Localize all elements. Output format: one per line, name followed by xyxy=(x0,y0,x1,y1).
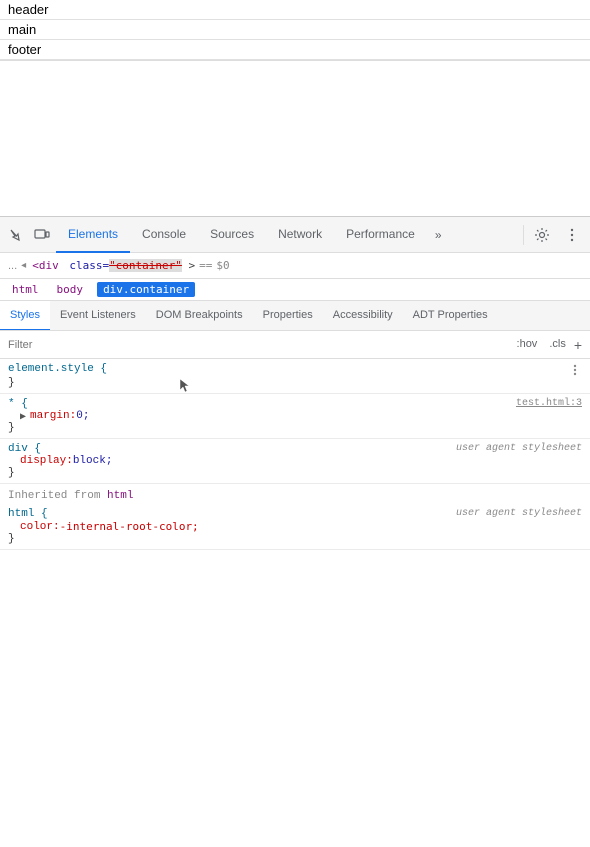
devtools-tabs: Elements Console Sources Network Perform… xyxy=(56,217,523,253)
tab-more-button[interactable]: » xyxy=(427,217,450,253)
page-header-label: header xyxy=(0,0,590,20)
devtools-subtabs: Styles Event Listeners DOM Breakpoints P… xyxy=(0,301,590,331)
breadcrumb-ellipsis: ... xyxy=(8,260,17,272)
rule-header-element-style: element.style { xyxy=(8,363,582,377)
breadcrumb-arrow: ◂ xyxy=(21,260,26,271)
rule-more-icon[interactable] xyxy=(568,363,582,377)
selector-div[interactable]: div { xyxy=(8,443,41,455)
prop-name-color[interactable]: color: xyxy=(20,521,60,533)
rule-close-div: } xyxy=(8,467,15,479)
subtab-properties[interactable]: Properties xyxy=(253,301,323,331)
page-main-label: main xyxy=(0,20,590,40)
rule-close-star: } xyxy=(8,422,15,434)
tab-elements[interactable]: Elements xyxy=(56,217,130,253)
breadcrumb-div-tag[interactable]: <div xyxy=(28,257,63,274)
bc-div-container[interactable]: div.container xyxy=(97,282,195,297)
breadcrumb-dollar: $0 xyxy=(216,259,229,272)
prop-value-color[interactable]: -internal-root-color; xyxy=(60,520,199,533)
inspect-icon[interactable] xyxy=(4,223,28,247)
page-footer-label: footer xyxy=(0,40,590,60)
selector-element-style[interactable]: element.style { xyxy=(8,363,107,375)
rule-close-element-style: } xyxy=(8,377,15,389)
empty-area xyxy=(0,61,590,216)
subtab-adt-properties[interactable]: ADT Properties xyxy=(403,301,498,331)
tab-console[interactable]: Console xyxy=(130,217,198,253)
filter-bar: :hov .cls + xyxy=(0,331,590,359)
filter-input[interactable] xyxy=(8,339,513,351)
bc-html[interactable]: html xyxy=(8,281,43,298)
settings-separator xyxy=(523,225,524,245)
property-color: color: -internal-root-color; xyxy=(8,520,582,533)
source-test-html[interactable]: test.html:3 xyxy=(516,398,582,409)
subtab-event-listeners[interactable]: Event Listeners xyxy=(50,301,146,331)
styles-panel: :hov .cls + element.style { xyxy=(0,331,590,550)
devtools-breadcrumb: ... ◂ <div class= "container" > == $0 xyxy=(0,253,590,279)
breadcrumb-class-value: "container" xyxy=(109,259,182,272)
selector-star[interactable]: * { xyxy=(8,398,28,410)
css-rule-div: div { user agent stylesheet display: blo… xyxy=(0,439,590,484)
rule-actions xyxy=(568,363,582,377)
property-display: display: block; xyxy=(8,455,582,467)
rule-close-html: } xyxy=(8,533,15,545)
css-rule-star: * { test.html:3 ▶ margin: 0; } xyxy=(0,394,590,439)
tab-network[interactable]: Network xyxy=(266,217,334,253)
prop-value-margin[interactable]: 0; xyxy=(76,410,89,422)
rule-header-div: div { user agent stylesheet xyxy=(8,443,582,455)
devtools-panel: Elements Console Sources Network Perform… xyxy=(0,216,590,550)
expand-margin-icon[interactable]: ▶ xyxy=(20,411,30,421)
selector-html[interactable]: html { xyxy=(8,508,48,520)
ua-label-html: user agent stylesheet xyxy=(456,508,582,519)
css-rule-html: html { user agent stylesheet color: -int… xyxy=(0,504,590,550)
device-toggle-icon[interactable] xyxy=(30,223,54,247)
subtab-styles[interactable]: Styles xyxy=(0,301,50,331)
devtools-toolbar: Elements Console Sources Network Perform… xyxy=(0,217,590,253)
devtools-settings-icon[interactable] xyxy=(530,223,554,247)
devtools-more-icon[interactable] xyxy=(560,223,584,247)
css-rule-element-style: element.style { } xyxy=(0,359,590,394)
bc-body[interactable]: body xyxy=(53,281,88,298)
subtab-dom-breakpoints[interactable]: DOM Breakpoints xyxy=(146,301,253,331)
page-content: header main footer xyxy=(0,0,590,61)
add-style-button[interactable]: + xyxy=(574,337,582,353)
filter-buttons: :hov .cls + xyxy=(513,337,582,353)
rule-header-star: * { test.html:3 xyxy=(8,398,582,410)
inherited-section: Inherited from html xyxy=(0,484,590,504)
breadcrumb-class-attr: class= xyxy=(63,259,109,272)
hov-button[interactable]: :hov xyxy=(513,337,542,353)
cls-button[interactable]: .cls xyxy=(545,337,570,353)
inherited-tag[interactable]: html xyxy=(107,490,133,502)
tab-sources[interactable]: Sources xyxy=(198,217,266,253)
ua-label-div: user agent stylesheet xyxy=(456,443,582,454)
tab-performance[interactable]: Performance xyxy=(334,217,427,253)
subtab-accessibility[interactable]: Accessibility xyxy=(323,301,403,331)
breadcrumb-div-close: > xyxy=(182,259,195,272)
prop-name-margin[interactable]: margin: xyxy=(30,410,76,422)
breadcrumb-equals: == xyxy=(199,259,212,272)
inherited-label: Inherited from xyxy=(8,490,107,502)
cursor-pointer xyxy=(178,378,190,398)
toolbar-right-icons xyxy=(523,223,586,247)
prop-value-block[interactable]: block; xyxy=(73,455,113,467)
property-margin: ▶ margin: 0; xyxy=(8,410,582,422)
prop-name-display[interactable]: display: xyxy=(20,455,73,467)
breadcrumb-row2: html body div.container xyxy=(0,279,590,301)
rule-header-html: html { user agent stylesheet xyxy=(8,508,582,520)
